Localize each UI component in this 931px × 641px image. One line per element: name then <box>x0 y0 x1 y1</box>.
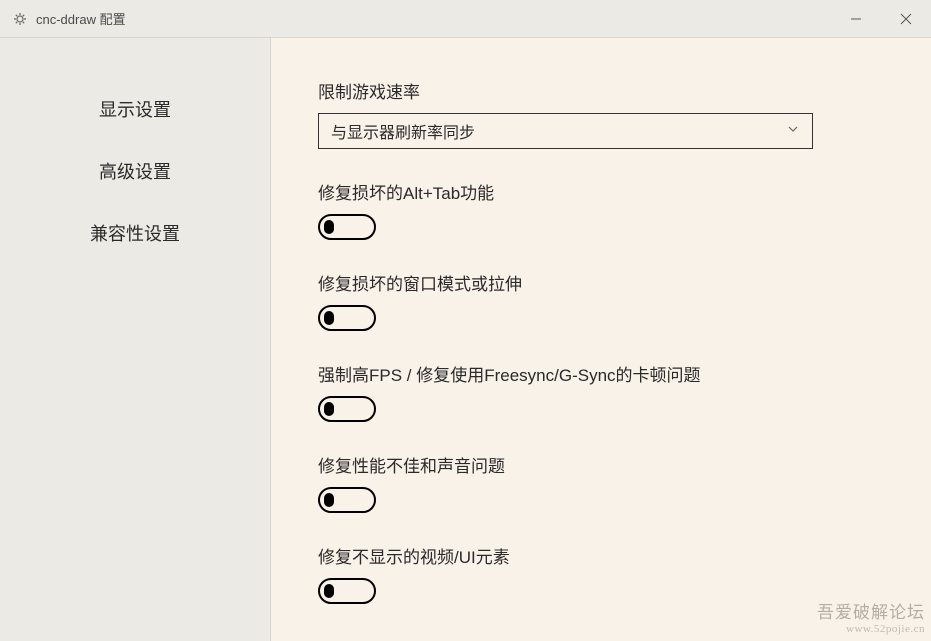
limit-speed-select[interactable]: 与显示器刷新率同步 <box>318 113 813 149</box>
content-panel: 限制游戏速率 与显示器刷新率同步 修复损坏的Alt+Tab功能 修复损坏的窗口模… <box>270 38 931 641</box>
toggle-knob <box>324 311 334 325</box>
watermark: 吾爱破解论坛 www.52pojie.cn <box>817 604 925 635</box>
toggle-knob <box>324 220 334 234</box>
app-icon <box>12 11 28 27</box>
setting-label: 强制高FPS / 修复使用Freesync/G-Sync的卡顿问题 <box>318 361 883 386</box>
watermark-main: 吾爱破解论坛 <box>817 604 925 623</box>
toggle-knob <box>324 584 334 598</box>
titlebar: cnc-ddraw 配置 <box>0 0 931 38</box>
sidebar-item-display[interactable]: 显示设置 <box>0 78 270 140</box>
setting-fix-perf: 修复性能不佳和声音问题 <box>318 452 883 513</box>
setting-limit-speed: 限制游戏速率 与显示器刷新率同步 <box>318 78 883 149</box>
setting-fix-alttab: 修复损坏的Alt+Tab功能 <box>318 179 883 240</box>
setting-fix-ui: 修复不显示的视频/UI元素 <box>318 543 883 604</box>
close-button[interactable] <box>881 0 931 37</box>
sidebar-item-label: 兼容性设置 <box>90 224 180 244</box>
setting-force-fps: 强制高FPS / 修复使用Freesync/G-Sync的卡顿问题 <box>318 361 883 422</box>
setting-label: 修复不显示的视频/UI元素 <box>318 543 883 568</box>
select-value: 与显示器刷新率同步 <box>331 119 786 143</box>
watermark-sub: www.52pojie.cn <box>817 623 925 635</box>
sidebar-item-compat[interactable]: 兼容性设置 <box>0 202 270 264</box>
sidebar-item-label: 显示设置 <box>99 100 171 120</box>
minimize-button[interactable] <box>831 0 881 37</box>
sidebar: 显示设置 高级设置 兼容性设置 <box>0 38 270 641</box>
window-title: cnc-ddraw 配置 <box>36 9 831 28</box>
fix-ui-toggle[interactable] <box>318 578 376 604</box>
toggle-knob <box>324 493 334 507</box>
setting-fix-window: 修复损坏的窗口模式或拉伸 <box>318 270 883 331</box>
setting-label: 修复损坏的窗口模式或拉伸 <box>318 270 883 295</box>
sidebar-item-advanced[interactable]: 高级设置 <box>0 140 270 202</box>
window-controls <box>831 0 931 37</box>
fix-perf-toggle[interactable] <box>318 487 376 513</box>
fix-window-toggle[interactable] <box>318 305 376 331</box>
force-fps-toggle[interactable] <box>318 396 376 422</box>
setting-label: 限制游戏速率 <box>318 78 883 103</box>
chevron-down-icon <box>786 122 800 141</box>
main-container: 显示设置 高级设置 兼容性设置 限制游戏速率 与显示器刷新率同步 修复损坏的Al… <box>0 38 931 641</box>
setting-label: 修复性能不佳和声音问题 <box>318 452 883 477</box>
sidebar-item-label: 高级设置 <box>99 162 171 182</box>
setting-label: 修复损坏的Alt+Tab功能 <box>318 179 883 204</box>
toggle-knob <box>324 402 334 416</box>
fix-alttab-toggle[interactable] <box>318 214 376 240</box>
